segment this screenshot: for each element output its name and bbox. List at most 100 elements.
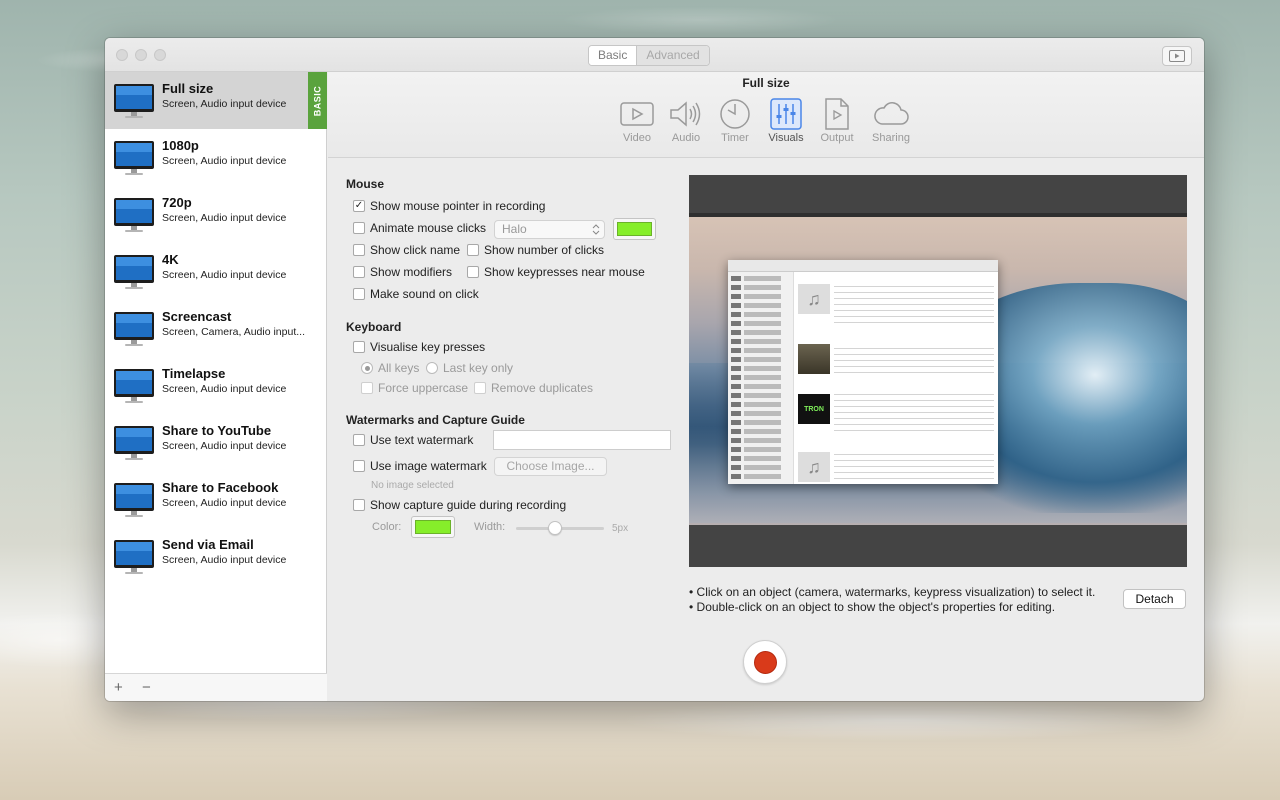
show-click-number-checkbox[interactable]: Show number of clicks: [467, 243, 604, 257]
preset-name: Share to YouTube: [162, 423, 272, 438]
preset-item[interactable]: 1080p Screen, Audio input device: [105, 129, 327, 186]
tab-visuals-label: Visuals: [768, 132, 804, 144]
album-art: TRON: [798, 394, 830, 424]
monitor-icon: [114, 483, 154, 517]
detach-button[interactable]: Detach: [1123, 589, 1186, 609]
remove-duplicates-label: Remove duplicates: [491, 381, 594, 395]
show-click-name-label: Show click name: [370, 243, 461, 257]
capture-guide-checkbox[interactable]: Show capture guide during recording: [353, 498, 566, 512]
preset-sources: Screen, Camera, Audio input...: [162, 326, 305, 338]
document-icon: [825, 98, 849, 130]
close-window-button[interactable]: [116, 49, 128, 61]
preset-item[interactable]: 4K Screen, Audio input device: [105, 243, 327, 300]
show-pointer-checkbox[interactable]: ✓ Show mouse pointer in recording: [353, 199, 545, 213]
all-keys-label: All keys: [378, 361, 420, 375]
settings-toolbar: Full size Video Audio Timer Visuals Outp…: [328, 72, 1204, 158]
force-uppercase-checkbox[interactable]: Force uppercase: [361, 381, 468, 395]
preset-title: Full size: [742, 76, 790, 90]
text-watermark-checkbox[interactable]: Use text watermark: [353, 433, 473, 447]
monitor-icon: [114, 312, 154, 346]
image-watermark-checkbox[interactable]: Use image watermark: [353, 459, 487, 473]
preset-item[interactable]: Full size Screen, Audio input device BASIC: [105, 72, 327, 129]
preset-sources: Screen, Audio input device: [162, 212, 287, 224]
preset-sources: Screen, Audio input device: [162, 497, 287, 509]
monitor-icon: [114, 198, 154, 232]
preset-name: Timelapse: [162, 366, 226, 381]
show-click-number-label: Show number of clicks: [484, 243, 605, 257]
preset-name: 720p: [162, 195, 192, 210]
tab-timer[interactable]: Timer: [708, 96, 762, 144]
preset-sources: Screen, Audio input device: [162, 440, 287, 452]
show-click-name-checkbox[interactable]: Show click name: [353, 243, 460, 257]
preset-item[interactable]: Send via Email Screen, Audio input device: [105, 528, 327, 585]
preview-toggle-button[interactable]: [1162, 46, 1192, 66]
remove-preset-button[interactable]: −: [142, 679, 151, 696]
cloud-icon: [874, 102, 909, 125]
tab-audio-label: Audio: [671, 132, 701, 144]
preview-hint-select: • Click on an object (camera, watermarks…: [689, 585, 1096, 599]
preset-sources: Screen, Audio input device: [162, 155, 287, 167]
preset-item[interactable]: Timelapse Screen, Audio input device: [105, 357, 327, 414]
mode-segmented-control: Basic Advanced: [588, 45, 710, 66]
last-key-only-radio[interactable]: Last key only: [426, 361, 513, 375]
preset-name: Screencast: [162, 309, 232, 324]
preset-item[interactable]: Share to Facebook Screen, Audio input dev…: [105, 471, 327, 528]
sound-on-click-checkbox[interactable]: Make sound on click: [353, 287, 479, 301]
show-modifiers-checkbox[interactable]: Show modifiers: [353, 265, 452, 279]
preview-menubar: [689, 213, 1187, 217]
monitor-icon: [114, 255, 154, 289]
zoom-window-button[interactable]: [154, 49, 166, 61]
all-keys-radio[interactable]: All keys: [361, 361, 419, 375]
tab-sharing[interactable]: Sharing: [864, 96, 918, 144]
animate-clicks-checkbox[interactable]: Animate mouse clicks: [353, 221, 486, 235]
checkmark-icon: ✓: [353, 200, 365, 212]
show-pointer-label: Show mouse pointer in recording: [370, 199, 546, 213]
show-keypresses-near-mouse-checkbox[interactable]: Show keypresses near mouse: [467, 265, 645, 279]
choose-image-button[interactable]: Choose Image...: [494, 457, 607, 476]
music-note-icon: ♫: [798, 284, 830, 314]
monitor-icon: [114, 426, 154, 460]
record-button[interactable]: [743, 640, 787, 684]
tab-visuals[interactable]: Visuals: [759, 96, 813, 144]
tab-video[interactable]: Video: [610, 96, 664, 144]
visualise-keys-checkbox[interactable]: Visualise key presses: [353, 340, 485, 354]
clock-icon: [720, 99, 750, 129]
title-bar: Basic Advanced: [105, 38, 1204, 72]
preset-name: Send via Email: [162, 537, 254, 552]
last-key-only-label: Last key only: [443, 361, 514, 375]
preset-name: Share to Facebook: [162, 480, 279, 495]
monitor-icon: [114, 84, 154, 118]
basic-mode-button[interactable]: Basic: [589, 46, 638, 65]
image-watermark-label: Use image watermark: [370, 459, 487, 473]
mouse-section-title: Mouse: [346, 177, 385, 191]
text-watermark-input[interactable]: [493, 430, 671, 450]
guide-color-well[interactable]: [411, 516, 455, 538]
animation-style-value: Halo: [502, 222, 527, 236]
add-preset-button[interactable]: +: [114, 679, 123, 696]
click-color-well[interactable]: [613, 218, 656, 240]
sliders-icon: [770, 98, 802, 130]
click-color-swatch: [617, 222, 652, 236]
tab-audio[interactable]: Audio: [659, 96, 713, 144]
keyboard-section-title: Keyboard: [346, 320, 402, 334]
animation-style-select[interactable]: Halo: [494, 220, 605, 239]
preview-hint-edit: • Double-click on an object to show the …: [689, 600, 1056, 614]
preset-item[interactable]: 720p Screen, Audio input device: [105, 186, 327, 243]
guide-width-slider-knob[interactable]: [548, 521, 562, 535]
preset-sources: Screen, Audio input device: [162, 554, 287, 566]
recording-preview[interactable]: ♫ TRON ♫: [689, 175, 1187, 567]
preset-name: 4K: [162, 252, 179, 267]
minimize-window-button[interactable]: [135, 49, 147, 61]
preset-sources: Screen, Audio input device: [162, 383, 287, 395]
tab-output[interactable]: Output: [810, 96, 864, 144]
tab-sharing-label: Sharing: [872, 132, 910, 144]
visuals-panel: Mouse ✓ Show mouse pointer in recording A…: [328, 159, 1204, 701]
remove-duplicates-checkbox[interactable]: Remove duplicates: [474, 381, 593, 395]
tab-video-label: Video: [623, 132, 651, 144]
guide-width-value: 5px: [612, 523, 629, 534]
advanced-mode-button[interactable]: Advanced: [637, 46, 709, 65]
visualise-keys-label: Visualise key presses: [370, 340, 486, 354]
preset-item[interactable]: Screencast Screen, Camera, Audio input...: [105, 300, 327, 357]
monitor-icon: [114, 369, 154, 403]
preset-item[interactable]: Share to YouTube Screen, Audio input devi…: [105, 414, 327, 471]
